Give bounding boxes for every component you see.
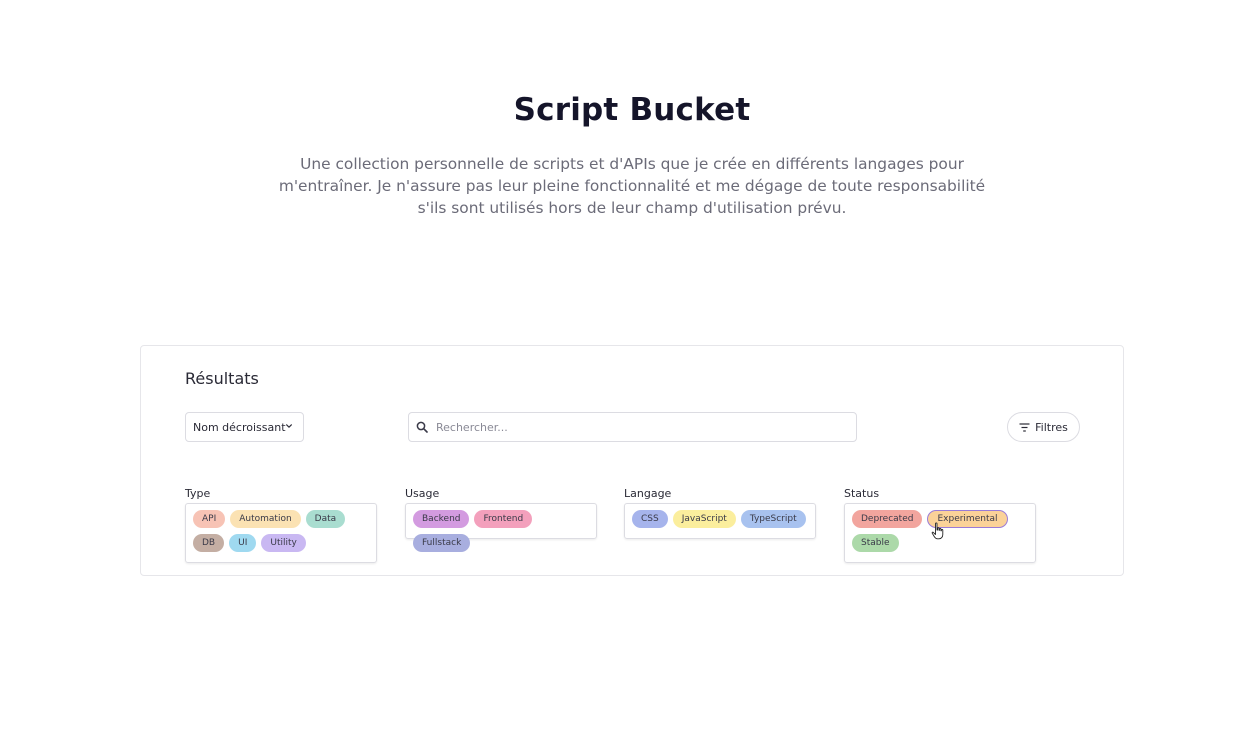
results-title: Résultats: [185, 369, 259, 388]
search-icon: [416, 421, 428, 433]
group-box-type: API Automation Data DB UI Utility: [185, 503, 377, 563]
tag-chip-css[interactable]: CSS: [632, 510, 668, 528]
tag-chip-backend[interactable]: Backend: [413, 510, 470, 528]
group-box-langage: CSS JavaScript TypeScript: [624, 503, 816, 539]
tag-chip-javascript[interactable]: JavaScript: [672, 510, 736, 528]
sort-select-value: Nom décroissant: [193, 420, 286, 434]
group-label-usage: Usage: [405, 487, 440, 500]
filters-button-label: Filtres: [1035, 420, 1068, 434]
chevron-down-icon: [286, 424, 292, 428]
tag-chip-db[interactable]: DB: [193, 534, 225, 552]
tag-chip-deprecated[interactable]: Deprecated: [852, 510, 923, 528]
tag-chip-stable[interactable]: Stable: [852, 534, 899, 552]
tag-chip-utility[interactable]: Utility: [261, 534, 306, 552]
tag-chip-automation[interactable]: Automation: [230, 510, 301, 528]
tag-chip-frontend[interactable]: Frontend: [474, 510, 533, 528]
group-label-type: Type: [185, 487, 211, 500]
tag-chip-ui[interactable]: UI: [229, 534, 257, 552]
sort-select[interactable]: Nom décroissant: [185, 412, 304, 442]
filter-icon: [1019, 422, 1030, 432]
tag-chip-fullstack[interactable]: Fullstack: [413, 534, 471, 552]
tag-chip-api[interactable]: API: [193, 510, 226, 528]
group-label-langage: Langage: [624, 487, 672, 500]
hand-pointer-cursor-icon: [931, 522, 944, 540]
results-card: Résultats Nom décroissant Filtres Type: [140, 345, 1124, 576]
filters-button[interactable]: Filtres: [1007, 412, 1080, 442]
search-input[interactable]: [434, 419, 838, 435]
group-box-usage: Backend Frontend Fullstack: [405, 503, 597, 552]
page-title: Script Bucket: [513, 92, 751, 128]
tag-chip-typescript[interactable]: TypeScript: [740, 510, 806, 528]
group-label-status: Status: [844, 487, 880, 500]
search-box: [408, 412, 857, 442]
page-description: Une collection personnelle de scripts et…: [278, 155, 986, 217]
tag-chip-data[interactable]: Data: [305, 510, 346, 528]
page: Script Bucket Une collection personnelle…: [0, 0, 1250, 750]
